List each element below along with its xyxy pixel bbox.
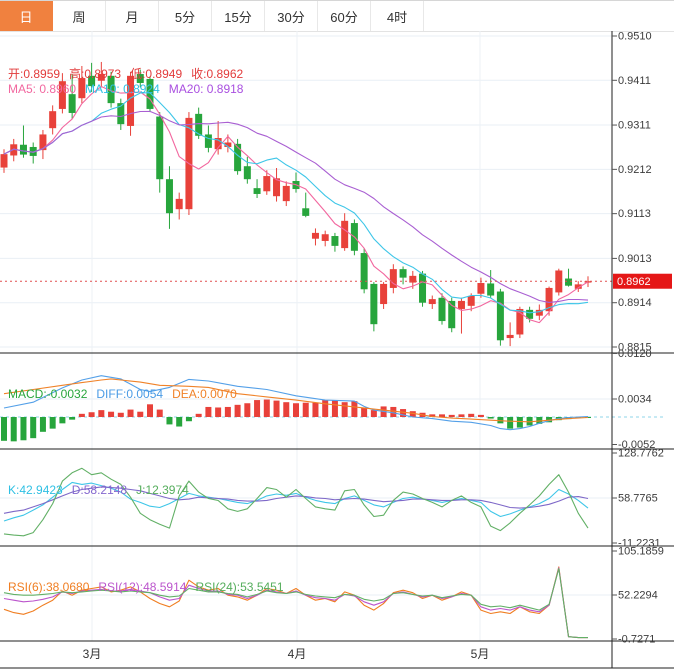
svg-text:105.1859: 105.1859	[618, 546, 664, 558]
svg-text:0.8962: 0.8962	[617, 276, 651, 288]
price-chart[interactable]: 0.8962 0.9510 0.9411 0.9311 0.9212 0.9113 0.90…	[0, 31, 674, 670]
tab-30min[interactable]: 30分	[265, 1, 318, 31]
tab-60min[interactable]: 60分	[318, 1, 371, 31]
svg-text:4月: 4月	[288, 647, 307, 661]
svg-text:3月: 3月	[83, 647, 102, 661]
tab-month[interactable]: 月	[106, 1, 159, 31]
svg-text:0.9113: 0.9113	[618, 208, 651, 220]
grid-layer	[0, 31, 664, 641]
price-line-layer: 0.8962	[0, 274, 672, 289]
svg-text:5月: 5月	[471, 647, 490, 661]
trading-chart-app: 日 周 月 5分 15分 30分 60分 4时 0.8962 0.9510 0.94…	[0, 0, 674, 670]
timeframe-tabbar: 日 周 月 5分 15分 30分 60分 4时	[0, 1, 674, 32]
svg-text:-0.7271: -0.7271	[618, 633, 655, 645]
svg-text:52.2294: 52.2294	[618, 590, 658, 602]
tab-15min[interactable]: 15分	[212, 1, 265, 31]
macd-layer	[1, 376, 591, 442]
borders-layer	[0, 31, 674, 668]
candles-layer	[1, 62, 592, 346]
tab-4hour[interactable]: 4时	[371, 1, 424, 31]
svg-text:0.9212: 0.9212	[618, 164, 652, 176]
svg-text:0.8914: 0.8914	[618, 297, 652, 309]
svg-text:0.0034: 0.0034	[618, 394, 652, 406]
tab-5min[interactable]: 5分	[159, 1, 212, 31]
svg-text:0.9311: 0.9311	[618, 120, 651, 132]
tab-week[interactable]: 周	[53, 1, 106, 31]
chart-area: 0.8962 0.9510 0.9411 0.9311 0.9212 0.9113 0.90…	[0, 31, 674, 670]
svg-text:0.9510: 0.9510	[618, 31, 652, 43]
svg-text:58.7765: 58.7765	[618, 493, 658, 505]
svg-text:128.7762: 128.7762	[618, 447, 664, 459]
svg-text:0.9013: 0.9013	[618, 253, 652, 265]
tab-day[interactable]: 日	[0, 1, 53, 31]
svg-text:0.9411: 0.9411	[618, 75, 651, 87]
svg-text:0.0120: 0.0120	[618, 348, 652, 360]
